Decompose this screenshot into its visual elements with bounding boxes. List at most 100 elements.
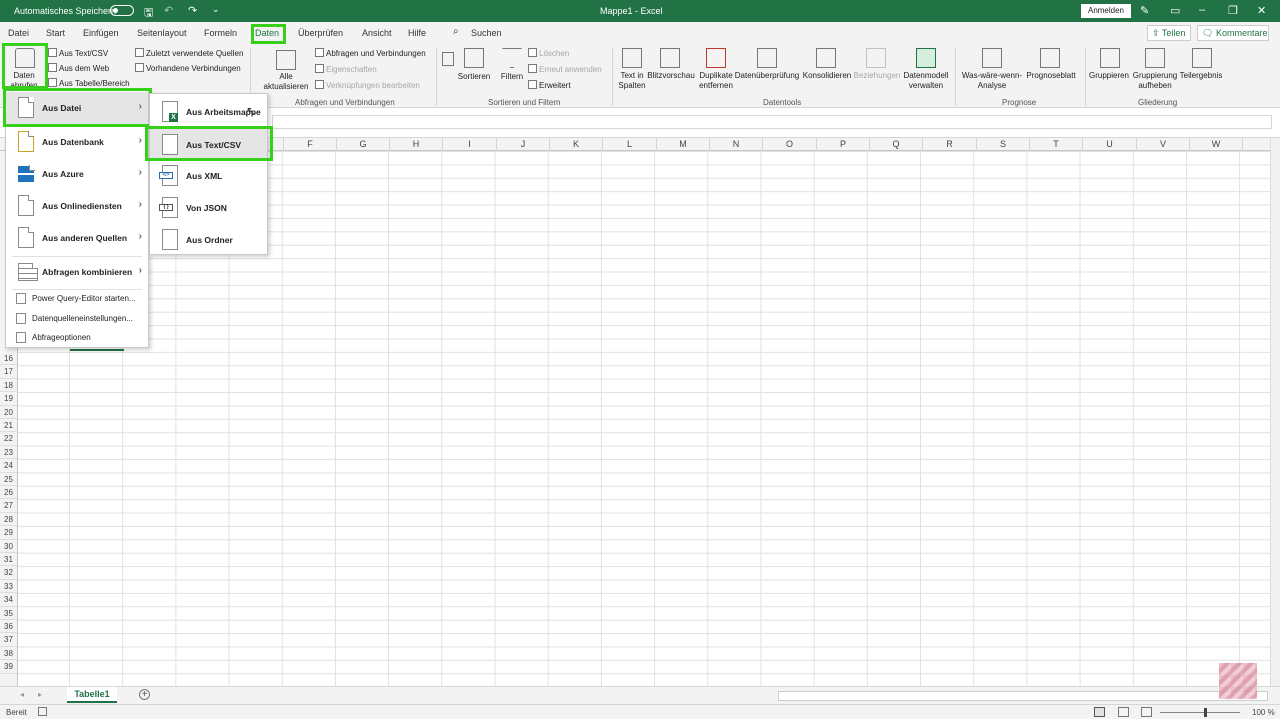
recent-sources-button[interactable]: Zuletzt verwendete Quellen [135,48,243,58]
advanced-filter-button[interactable]: Erweitert [528,80,571,90]
submenu-item-from-xml[interactable]: </> Aus XML [150,160,267,192]
row-header-28[interactable]: 28 [0,513,17,527]
group-button[interactable]: Gruppieren [1088,71,1130,81]
row-header-16[interactable]: 16 [0,352,17,366]
tab-hilfe[interactable]: Hilfe [408,28,426,38]
menu-item-from-database[interactable]: Aus Datenbank › [6,126,148,158]
column-header-s[interactable]: S [977,138,1030,151]
column-header-h[interactable]: H [390,138,443,151]
page-break-view-icon[interactable] [1141,707,1152,717]
row-header-27[interactable]: 27 [0,499,17,513]
from-web-button[interactable]: Aus dem Web [48,63,109,73]
from-text-csv-button[interactable]: Aus Text/CSV [48,48,108,58]
menu-item-from-azure[interactable]: Aus Azure › [6,158,148,190]
column-header-o[interactable]: O [763,138,817,151]
row-header-39[interactable]: 39 [0,660,17,674]
remove-duplicates-button[interactable]: Duplikate entfernen [696,71,736,91]
tab-daten[interactable]: Daten [255,28,279,38]
row-header-31[interactable]: 31 [0,553,17,567]
row-header-23[interactable]: 23 [0,446,17,460]
column-header-p[interactable]: P [817,138,870,151]
menu-item-query-options[interactable]: Abfrageoptionen [6,328,148,348]
close-icon[interactable]: ✕ [1257,4,1266,17]
customize-quick-access-icon[interactable]: ⌄ [212,4,220,15]
row-header-21[interactable]: 21 [0,419,17,433]
menu-item-launch-power-query[interactable]: Power Query-Editor starten... [6,289,148,309]
pen-icon[interactable]: ✎ [1140,4,1149,17]
relationships-button[interactable]: Beziehungen [852,71,902,81]
forecast-sheet-button[interactable]: Prognoseblatt [1024,71,1078,81]
share-button[interactable]: ⇪ Teilen [1147,25,1191,41]
clear-filter-button[interactable]: Löschen [528,48,569,58]
tab-seitenlayout[interactable]: Seitenlayout [137,28,187,38]
tab-einfuegen[interactable]: Einfügen [83,28,119,38]
column-header-i[interactable]: I [443,138,497,151]
comments-button[interactable]: 🗨 Kommentare [1197,25,1269,41]
horizontal-scrollbar[interactable] [778,691,1268,701]
what-if-button[interactable]: Was-wäre-wenn- Analyse [958,71,1026,91]
save-icon[interactable]: 🖫 [144,4,153,23]
column-header-n[interactable]: N [710,138,763,151]
autosave-toggle[interactable] [110,5,134,16]
sheet-tab-tabelle1[interactable]: Tabelle1 [67,687,117,703]
redo-icon[interactable]: ↷ [188,4,197,17]
submenu-item-from-json[interactable]: { } Von JSON [150,192,267,224]
column-header-k[interactable]: K [550,138,603,151]
tab-ueberpruefen[interactable]: Überprüfen [298,28,343,38]
subtotal-button[interactable]: Teilergebnis [1178,71,1224,81]
menu-item-from-file[interactable]: Aus Datei › [6,92,148,124]
tab-formeln[interactable]: Formeln [204,28,237,38]
row-header-34[interactable]: 34 [0,593,17,607]
row-header-37[interactable]: 37 [0,633,17,647]
column-header-j[interactable]: J [497,138,550,151]
reapply-button[interactable]: Erneut anwenden [528,64,602,74]
tab-datei[interactable]: Datei [8,28,29,38]
submenu-item-from-folder[interactable]: Aus Ordner [150,224,267,256]
from-table-button[interactable]: Aus Tabelle/Bereich [48,78,130,88]
submenu-item-from-text-csv[interactable]: Aus Text/CSV [150,129,267,161]
signin-button[interactable]: Anmelden [1081,4,1131,18]
row-header-18[interactable]: 18 [0,379,17,393]
restore-icon[interactable]: ❐ [1228,4,1238,17]
properties-button[interactable]: Eigenschaften [315,64,377,74]
undo-icon[interactable]: ↶ [164,4,173,17]
zoom-slider[interactable] [1160,712,1240,713]
add-sheet-icon[interactable]: + [139,689,150,700]
menu-item-combine-queries[interactable]: Abfragen kombinieren › [6,256,148,288]
refresh-all-button[interactable]: Alle aktualisieren [256,72,316,92]
normal-view-icon[interactable] [1094,707,1105,717]
sheet-prev-icon[interactable]: ◂ [20,690,24,699]
zoom-slider-thumb[interactable] [1204,708,1207,717]
menu-item-from-other-sources[interactable]: Aus anderen Quellen › [6,222,148,254]
minimize-icon[interactable]: – [1199,4,1205,16]
manage-data-model-button[interactable]: Datenmodell verwalten [900,71,952,91]
row-header-29[interactable]: 29 [0,526,17,540]
row-header-38[interactable]: 38 [0,647,17,661]
column-header-v[interactable]: V [1137,138,1190,151]
row-header-24[interactable]: 24 [0,459,17,473]
column-header-r[interactable]: R [923,138,977,151]
search-label[interactable]: Suchen [471,28,502,38]
existing-connections-button[interactable]: Vorhandene Verbindungen [135,63,241,73]
tab-ansicht[interactable]: Ansicht [362,28,392,38]
row-header-25[interactable]: 25 [0,473,17,486]
queries-connections-button[interactable]: Abfragen und Verbindungen [315,48,426,58]
row-header-17[interactable]: 17 [0,365,17,379]
get-data-button[interactable]: Daten abrufen [6,71,42,91]
ribbon-display-icon[interactable]: ▭ [1170,4,1180,17]
column-header-t[interactable]: T [1030,138,1083,151]
row-header-20[interactable]: 20 [0,406,17,419]
column-header-w[interactable]: W [1190,138,1243,151]
column-header-m[interactable]: M [657,138,710,151]
flash-fill-button[interactable]: Blitzvorschau [646,71,696,81]
row-header-22[interactable]: 22 [0,432,17,446]
edit-links-button[interactable]: Verknüpfungen bearbeiten [315,80,420,90]
sort-az-icon[interactable] [442,52,454,66]
data-validation-button[interactable]: Datenüberprüfung [733,71,801,81]
column-header-l[interactable]: L [603,138,657,151]
zoom-level[interactable]: 100 % [1252,708,1275,717]
column-header-q[interactable]: Q [870,138,923,151]
formula-input[interactable] [272,115,1272,129]
column-header-g[interactable]: G [337,138,390,151]
menu-item-data-source-settings[interactable]: Datenquelleneinstellungen... [6,309,148,329]
